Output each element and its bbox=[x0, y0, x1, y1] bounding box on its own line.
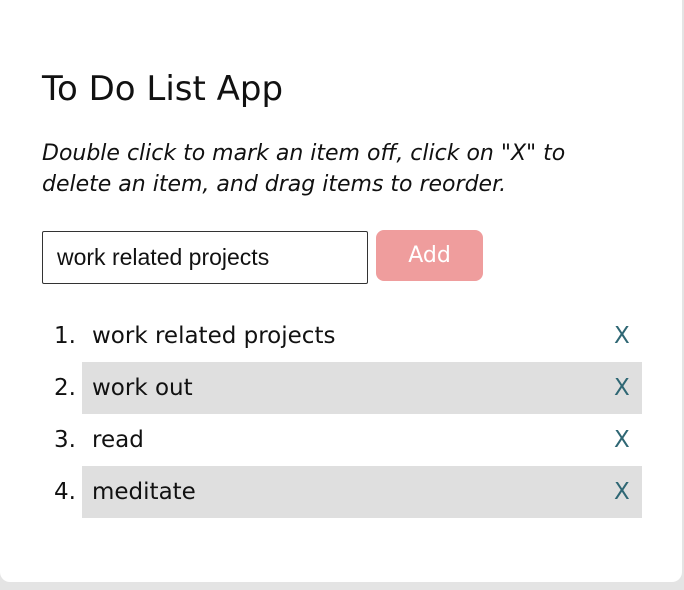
todo-card: To Do List App Double click to mark an i… bbox=[0, 0, 682, 582]
add-button[interactable]: Add bbox=[376, 230, 483, 281]
todo-item[interactable]: 3. read X bbox=[0, 414, 684, 466]
item-text: work out bbox=[92, 375, 193, 401]
delete-button[interactable]: X bbox=[614, 310, 630, 362]
delete-button[interactable]: X bbox=[614, 414, 630, 466]
item-number: 4. bbox=[54, 479, 76, 505]
todo-input[interactable] bbox=[42, 231, 368, 284]
todo-item[interactable]: 4. meditate X bbox=[0, 466, 684, 518]
todo-item[interactable]: 1. work related projects X bbox=[0, 310, 684, 362]
item-number: 3. bbox=[54, 427, 76, 453]
item-number: 2. bbox=[54, 375, 76, 401]
item-text: meditate bbox=[92, 479, 196, 505]
todo-list: 1. work related projects X 2. work out X… bbox=[0, 310, 684, 518]
row-background bbox=[82, 414, 642, 466]
app-title: To Do List App bbox=[42, 69, 284, 109]
item-text: work related projects bbox=[92, 323, 336, 349]
instructions-text: Double click to mark an item off, click … bbox=[42, 141, 566, 197]
item-number: 1. bbox=[54, 323, 76, 349]
item-text: read bbox=[92, 427, 144, 453]
delete-button[interactable]: X bbox=[614, 362, 630, 414]
delete-button[interactable]: X bbox=[614, 466, 630, 518]
todo-item[interactable]: 2. work out X bbox=[0, 362, 684, 414]
